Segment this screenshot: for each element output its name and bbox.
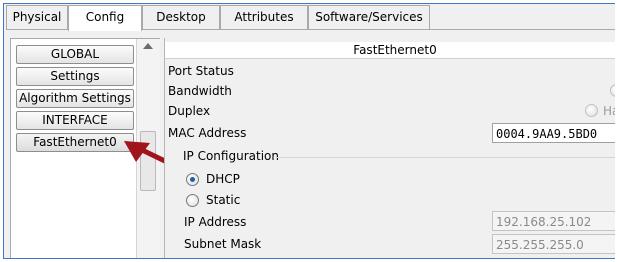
ip-address-label: IP Address [184,215,247,229]
sidebar-item-global[interactable]: GLOBAL [16,45,134,64]
sidebar-item-interface[interactable]: INTERFACE [16,111,134,130]
bandwidth-label: Bandwidth [168,84,232,98]
sidebar-item-fastethernet0[interactable]: FastEthernet0 [16,133,134,152]
sidebar-item-algorithm-settings[interactable]: Algorithm Settings [16,89,134,108]
tab-bar: Physical Config Desktop Attributes Softw… [6,5,615,31]
ip-address-field[interactable]: 192.168.25.102 [492,211,615,231]
tab-desktop[interactable]: Desktop [142,5,220,29]
bandwidth-radio[interactable] [610,84,615,97]
ip-config-divider [277,157,615,158]
interface-panel: FastEthernet0 Port Status Bandwidth Dupl… [164,38,615,258]
duplex-label: Duplex [168,104,211,118]
mac-address-field[interactable]: 0004.9AA9.5BD0 [492,123,615,143]
dhcp-radio[interactable] [186,173,199,186]
tab-physical[interactable]: Physical [6,5,68,29]
device-config-window: Physical Config Desktop Attributes Softw… [3,3,615,259]
mac-address-label: MAC Address [168,126,247,140]
scroll-up-arrow-icon[interactable] [143,43,153,49]
ip-configuration-label: IP Configuration [183,149,279,163]
tab-software-services[interactable]: Software/Services [308,5,430,29]
duplex-half-radio[interactable] [585,104,598,117]
static-radio[interactable] [186,194,199,207]
subnet-mask-label: Subnet Mask [184,237,262,251]
subnet-mask-field[interactable]: 255.255.255.0 [492,234,615,254]
port-status-label: Port Status [168,64,234,78]
tab-attributes[interactable]: Attributes [220,5,308,29]
sidebar-item-settings[interactable]: Settings [16,67,134,86]
static-label: Static [206,193,241,207]
dhcp-label: DHCP [206,172,240,186]
duplex-half-label: Ha [603,104,615,118]
panel-title: FastEthernet0 [165,42,615,59]
tab-config[interactable]: Config [68,5,142,31]
